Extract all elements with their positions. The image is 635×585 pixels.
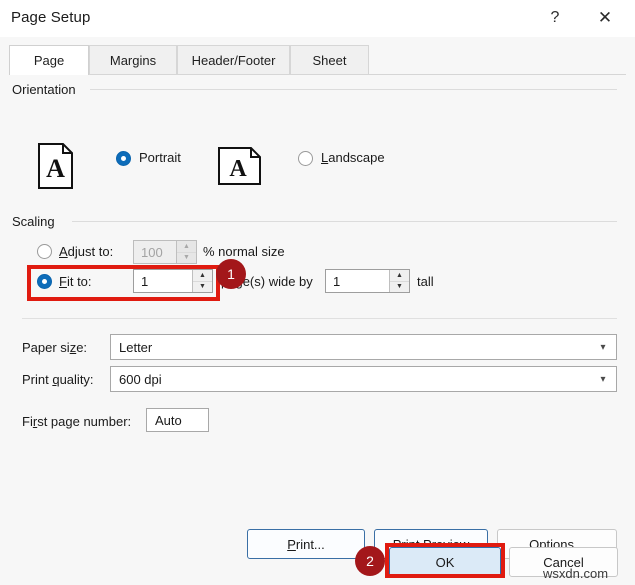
fit-to-pages-wide-value[interactable]: 1 <box>134 270 192 292</box>
radio-fit-to[interactable] <box>37 274 52 289</box>
adjust-to-value[interactable]: 100 <box>134 241 176 263</box>
fit-to-suffix: tall <box>417 274 434 289</box>
svg-text:A: A <box>46 154 65 183</box>
paper-size-value: Letter <box>119 339 153 355</box>
scaling-separator <box>22 318 617 319</box>
orientation-group-label: Orientation <box>12 82 82 97</box>
ok-button[interactable]: OK <box>389 547 501 577</box>
radio-adjust-to[interactable] <box>37 244 52 259</box>
paper-size-label: Paper size: <box>22 340 88 355</box>
adjust-to-label: Adjust to: <box>59 244 114 259</box>
adjust-to-suffix: % normal size <box>203 244 285 259</box>
tab-sheet[interactable]: Sheet <box>290 45 369 75</box>
spin-up-icon[interactable]: ▲ <box>177 241 196 253</box>
page-setup-dialog: Page Margins Header/Footer Sheet Orienta… <box>0 37 635 585</box>
adjust-to-spin-buttons[interactable]: ▲ ▼ <box>176 241 196 263</box>
fit-to-wide-spin-buttons[interactable]: ▲ ▼ <box>192 270 212 292</box>
radio-landscape-label: LLandscapeandscape <box>321 150 385 165</box>
fit-to-pages-tall-value[interactable]: 1 <box>326 270 389 292</box>
radio-portrait-label: Portrait <box>139 150 181 165</box>
print-button[interactable]: Print... <box>247 529 365 559</box>
help-icon[interactable]: ? <box>535 0 575 36</box>
tab-margins[interactable]: Margins <box>89 45 177 75</box>
orientation-group-line <box>90 89 617 90</box>
radio-landscape[interactable] <box>298 151 313 166</box>
first-page-number-label: First page number: <box>22 414 132 429</box>
portrait-page-icon: A <box>38 143 74 192</box>
spin-down-icon[interactable]: ▼ <box>193 282 212 293</box>
spin-up-icon[interactable]: ▲ <box>390 270 409 282</box>
chevron-down-icon[interactable]: ▾ <box>590 342 616 353</box>
close-icon[interactable]: ✕ <box>585 0 625 36</box>
paper-size-combobox[interactable]: Letter ▾ <box>110 334 617 360</box>
print-quality-label: Print quality: <box>22 372 94 387</box>
watermark: wsxdn.com <box>543 566 609 581</box>
spin-up-icon[interactable]: ▲ <box>193 270 212 282</box>
svg-text:A: A <box>229 156 247 182</box>
annotation-badge-2: 2 <box>355 546 385 576</box>
landscape-page-icon: A <box>218 147 262 188</box>
title-bar: Page Setup ? ✕ <box>0 0 635 38</box>
fit-to-pages-tall-spinner[interactable]: 1 ▲ ▼ <box>325 269 410 293</box>
print-quality-combobox[interactable]: 600 dpi ▾ <box>110 366 617 392</box>
first-page-number-input[interactable]: Auto <box>146 408 209 432</box>
adjust-to-spinner[interactable]: 100 ▲ ▼ <box>133 240 197 264</box>
fit-to-pages-wide-spinner[interactable]: 1 ▲ ▼ <box>133 269 213 293</box>
tab-strip-underline <box>9 74 626 75</box>
scaling-group-line <box>72 221 617 222</box>
radio-portrait[interactable] <box>116 151 131 166</box>
tab-strip: Page Margins Header/Footer Sheet <box>9 45 626 75</box>
chevron-down-icon[interactable]: ▾ <box>590 374 616 385</box>
tab-page[interactable]: Page <box>9 45 89 75</box>
tab-header-footer[interactable]: Header/Footer <box>177 45 290 75</box>
scaling-group-label: Scaling <box>12 214 61 229</box>
window-title: Page Setup <box>11 9 91 26</box>
spin-down-icon[interactable]: ▼ <box>177 253 196 264</box>
print-quality-value: 600 dpi <box>119 371 162 387</box>
annotation-badge-1: 1 <box>216 259 246 289</box>
fit-to-label: Fit to: <box>59 274 92 289</box>
spin-down-icon[interactable]: ▼ <box>390 282 409 293</box>
fit-to-tall-spin-buttons[interactable]: ▲ ▼ <box>389 270 409 292</box>
